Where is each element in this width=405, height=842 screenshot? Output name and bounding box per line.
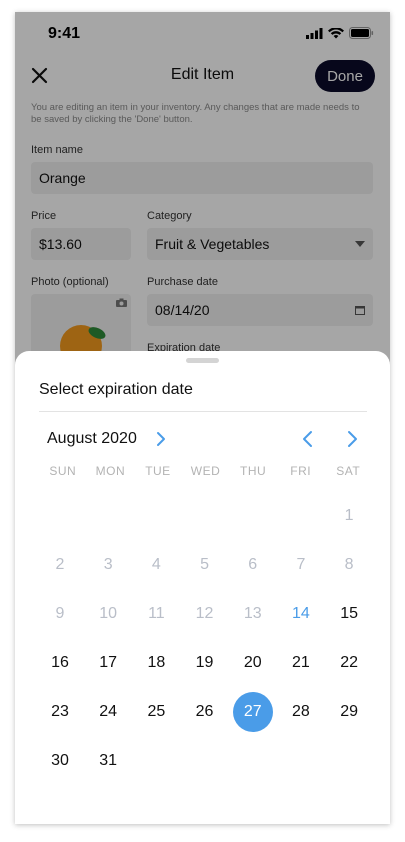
calendar-day: 1 xyxy=(325,491,373,540)
calendar-day-selected[interactable]: 27 xyxy=(229,687,277,736)
calendar-day-number: 25 xyxy=(147,702,166,720)
calendar-day-number: 5 xyxy=(200,555,210,573)
weekday-label: SUN xyxy=(49,464,77,478)
calendar-day-number: 8 xyxy=(344,555,354,573)
calendar-day[interactable]: 23 xyxy=(36,687,84,736)
calendar-day[interactable]: 24 xyxy=(84,687,132,736)
calendar-day-number: 14 xyxy=(292,604,310,622)
calendar-day: 9 xyxy=(36,589,84,638)
calendar-blank-cell xyxy=(36,491,84,540)
calendar-day[interactable]: 16 xyxy=(36,638,84,687)
prev-month-icon[interactable] xyxy=(298,429,318,449)
calendar-day[interactable]: 19 xyxy=(181,638,229,687)
calendar-day-number: 10 xyxy=(99,604,118,622)
calendar-day-number: 17 xyxy=(99,653,118,671)
calendar-day-number: 24 xyxy=(99,702,118,720)
calendar-day-number: 30 xyxy=(51,751,69,769)
calendar-days-grid: 1 2 3 4 5 6 7 8 9 10 11 12 13 14 15 16 17 18 19 20 21 22 23 24 2… xyxy=(36,491,375,785)
calendar-blank-cell xyxy=(277,491,325,540)
weekday-label: WED xyxy=(190,464,221,478)
calendar-day: 2 xyxy=(36,540,84,589)
calendar-day-number: 11 xyxy=(148,604,165,622)
calendar-day: 11 xyxy=(132,589,180,638)
calendar-day[interactable]: 21 xyxy=(277,638,325,687)
calendar-day[interactable]: 29 xyxy=(325,687,373,736)
calendar-blank-cell xyxy=(84,491,132,540)
sheet-title: Select expiration date xyxy=(39,381,193,398)
calendar-day-number: 18 xyxy=(147,653,166,671)
calendar-day[interactable]: 20 xyxy=(229,638,277,687)
calendar-day[interactable]: 14 xyxy=(277,589,325,638)
calendar-day-number: 29 xyxy=(340,702,359,720)
weekday-label: FRI xyxy=(290,464,312,478)
calendar-day: 6 xyxy=(229,540,277,589)
calendar-day[interactable]: 17 xyxy=(84,638,132,687)
chevron-right-icon[interactable] xyxy=(156,431,166,447)
weekday-header: SUN MON TUE WED THU FRI SAT xyxy=(39,464,372,478)
calendar-day-number: 20 xyxy=(243,653,262,671)
calendar-day-number: 21 xyxy=(292,653,310,671)
weekday-label: SAT xyxy=(336,464,361,478)
calendar-day[interactable]: 25 xyxy=(132,687,180,736)
calendar-day-number: 19 xyxy=(195,653,214,671)
calendar-day: 12 xyxy=(181,589,229,638)
calendar-day-number: 3 xyxy=(103,555,113,573)
calendar-day[interactable]: 18 xyxy=(132,638,180,687)
month-label[interactable]: August 2020 xyxy=(47,430,137,448)
calendar-day: 4 xyxy=(132,540,180,589)
calendar-blank-cell xyxy=(229,491,277,540)
calendar-day[interactable]: 28 xyxy=(277,687,325,736)
phone-screen: 9:41 Edit Item Done You are editing an i… xyxy=(15,12,390,824)
calendar-day-number: 15 xyxy=(340,604,359,622)
calendar-day[interactable]: 15 xyxy=(325,589,373,638)
divider xyxy=(39,411,367,412)
calendar-day-number: 1 xyxy=(344,506,354,524)
calendar-day: 8 xyxy=(325,540,373,589)
calendar-day-number: 6 xyxy=(248,555,258,573)
weekday-label: MON xyxy=(95,464,126,478)
calendar-day: 10 xyxy=(84,589,132,638)
calendar-day-number: 23 xyxy=(51,702,69,720)
calendar-day: 5 xyxy=(181,540,229,589)
calendar-day-number: 12 xyxy=(195,604,214,622)
calendar-day[interactable]: 30 xyxy=(36,736,84,785)
calendar-day-number: 7 xyxy=(296,555,306,573)
calendar-day-number: 16 xyxy=(51,653,69,671)
calendar-day-number: 26 xyxy=(195,702,214,720)
calendar-day-number: 9 xyxy=(55,604,65,622)
calendar-day: 7 xyxy=(277,540,325,589)
calendar-day[interactable]: 26 xyxy=(181,687,229,736)
calendar-day-number: 31 xyxy=(99,751,118,769)
calendar-blank-cell xyxy=(181,491,229,540)
calendar-day-number: 22 xyxy=(340,653,359,671)
next-month-icon[interactable] xyxy=(342,429,362,449)
calendar-day[interactable]: 31 xyxy=(84,736,132,785)
weekday-label: TUE xyxy=(145,464,171,478)
calendar-day-number: 27 xyxy=(243,702,262,720)
calendar-day-number: 13 xyxy=(243,604,262,622)
calendar-day: 13 xyxy=(229,589,277,638)
calendar-blank-cell xyxy=(132,491,180,540)
calendar-day-number: 4 xyxy=(151,555,161,573)
calendar-day: 3 xyxy=(84,540,132,589)
calendar-day-number: 28 xyxy=(292,702,310,720)
sheet-drag-handle[interactable] xyxy=(186,358,219,363)
calendar-day-number: 2 xyxy=(55,555,65,573)
calendar-day[interactable]: 22 xyxy=(325,638,373,687)
weekday-label: THU xyxy=(240,464,267,478)
date-picker-sheet: Select expiration date August 2020 SUN M… xyxy=(15,351,390,824)
